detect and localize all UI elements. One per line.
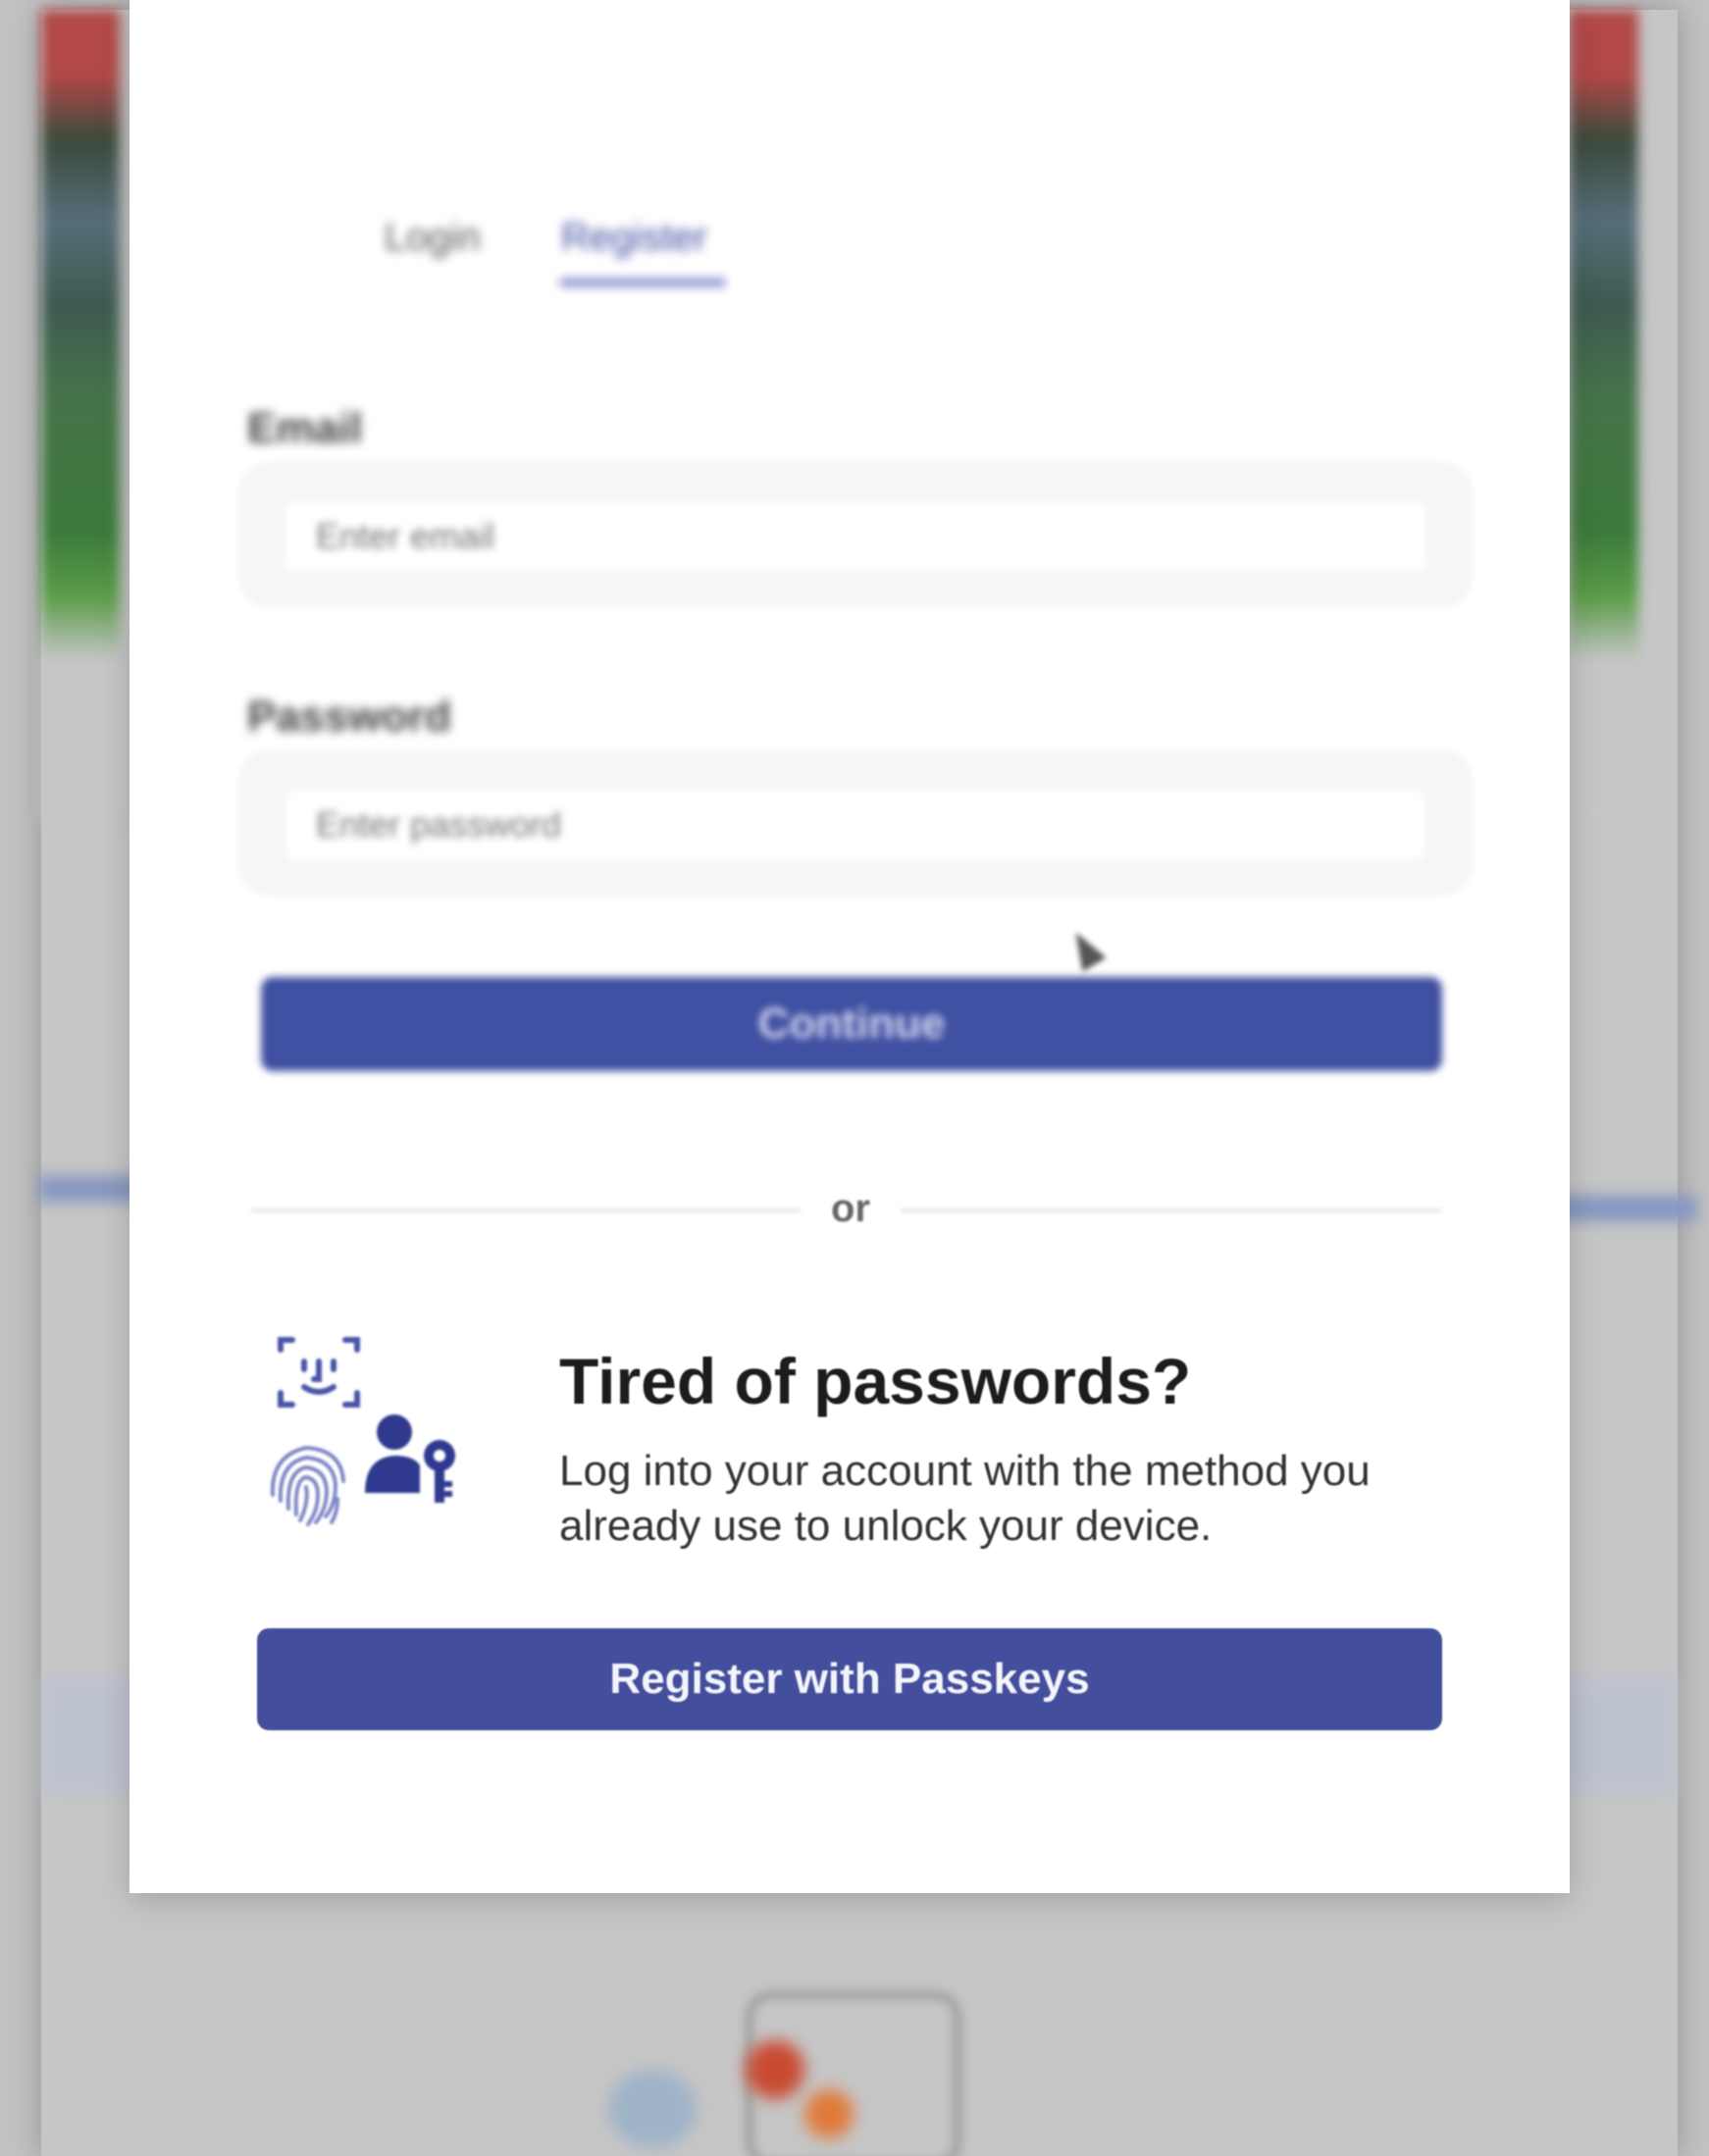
mouse-cursor-icon <box>1063 925 1107 972</box>
tab-register[interactable]: Register <box>561 216 707 260</box>
modal-header-label <box>816 8 1140 47</box>
active-tab-indicator <box>559 279 726 286</box>
divider-line-right <box>901 1208 1442 1212</box>
email-field[interactable] <box>286 502 1424 571</box>
continue-button[interactable]: Continue <box>261 977 1442 1071</box>
register-with-passkeys-button[interactable]: Register with Passkeys <box>257 1628 1442 1730</box>
background-illustration-shape <box>804 2089 854 2138</box>
promo-description: Log into your account with the method yo… <box>559 1447 1371 1550</box>
face-id-icon <box>278 1337 360 1408</box>
divider-or-text: or <box>831 1187 870 1230</box>
promo-title: Tired of passwords? <box>559 1345 1192 1417</box>
tabs-track <box>365 275 1581 304</box>
fingerprint-icon <box>270 1445 345 1526</box>
background-illustration-shape <box>746 2040 804 2099</box>
background-image-right <box>1570 10 1638 824</box>
background-heading-fragment-right: ▂▂ <box>1560 1121 1696 1219</box>
divider-line-left <box>251 1208 801 1212</box>
auth-tabs: Login Register <box>247 196 1581 304</box>
tab-login[interactable]: Login <box>385 216 481 260</box>
passkey-icons <box>267 1334 502 1550</box>
background-illustration-shape <box>608 2070 697 2148</box>
background-image-left <box>41 10 120 824</box>
user-key-icon <box>365 1414 455 1503</box>
password-field[interactable] <box>286 791 1424 859</box>
email-label: Email <box>247 404 363 452</box>
password-label: Password <box>247 693 451 741</box>
register-modal: Login Register Email Password Continue o… <box>129 0 1581 1893</box>
